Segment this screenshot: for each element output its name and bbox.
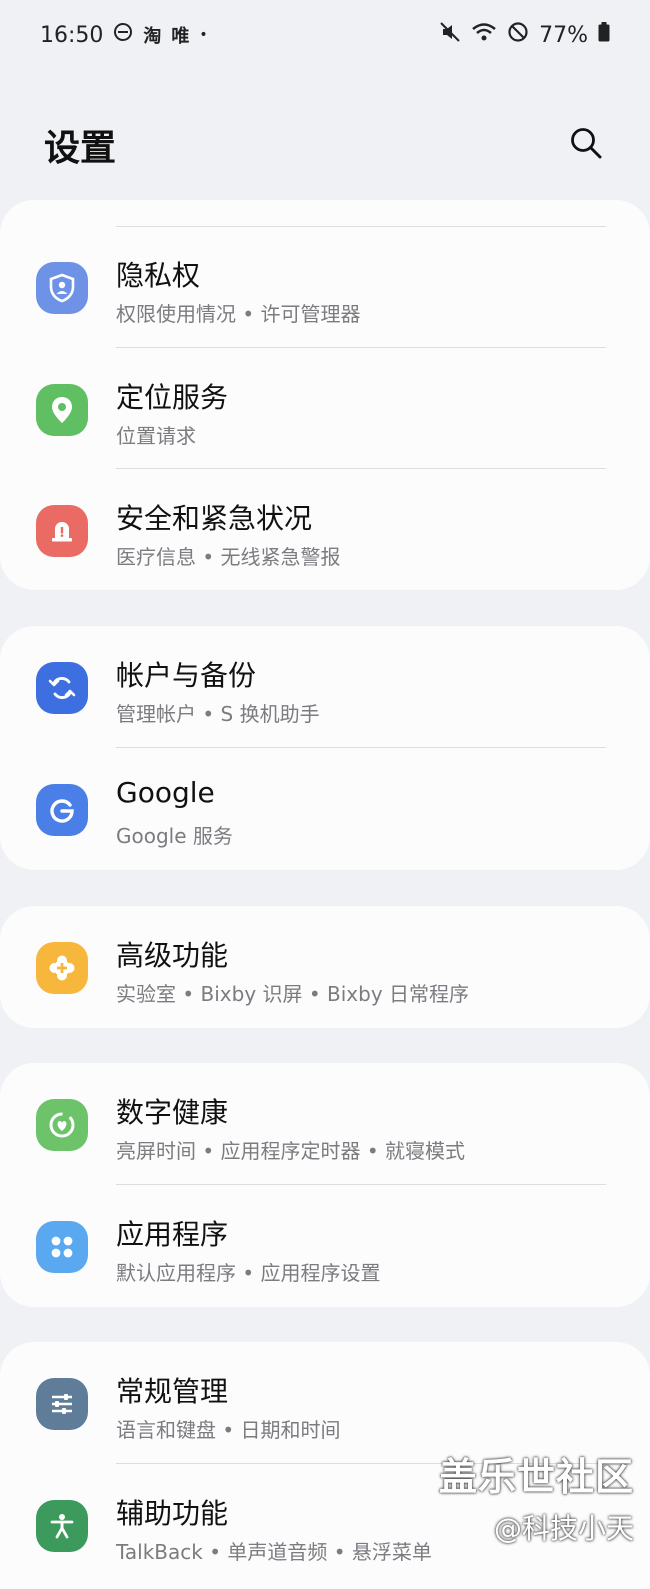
battery-percent: 77% (539, 22, 588, 48)
settings-item-subtitle: 位置请求 (116, 424, 196, 448)
settings-item-subtitle: 默认应用程序 • 应用程序设置 (116, 1261, 381, 1285)
settings-item-title: 常规管理 (116, 1375, 229, 1408)
settings-item-subtitle: 医疗信息 • 无线紧急警报 (116, 545, 341, 569)
search-button[interactable] (562, 121, 610, 169)
page-title: 设置 (44, 128, 117, 169)
battery-icon (598, 22, 610, 48)
sync-icon (36, 662, 88, 714)
settings-item-title: 应用程序 (116, 1218, 229, 1251)
settings-item-advanced-features[interactable]: 高级功能 实验室 • Bixby 识屏 • Bixby 日常程序 (0, 906, 650, 1028)
settings-item-google[interactable]: Google Google 服务 (0, 748, 650, 870)
settings-item-title: 辅助功能 (116, 1497, 229, 1530)
settings-item-title: 定位服务 (116, 381, 229, 414)
settings-item-title: 安全和紧急状况 (116, 502, 313, 535)
watermark-brand: 盖乐世社区 (438, 1455, 634, 1499)
settings-item-title: 高级功能 (116, 939, 229, 972)
settings-item-accounts-backup[interactable]: 帐户与备份 管理帐户 • S 换机助手 (0, 626, 650, 748)
google-icon (36, 784, 88, 836)
no-sim-icon (507, 21, 529, 49)
settings-item-title: 隐私权 (116, 259, 201, 292)
settings-item-location[interactable]: 定位服务 位置请求 (0, 348, 650, 470)
settings-item-subtitle: 权限使用情况 • 许可管理器 (116, 302, 361, 326)
search-icon (569, 126, 603, 164)
settings-item-subtitle: 实验室 • Bixby 识屏 • Bixby 日常程序 (116, 982, 470, 1006)
settings-item-subtitle: 管理帐户 • S 换机助手 (116, 702, 320, 726)
vip-notification-icon: 唯 (171, 26, 190, 47)
settings-item-subtitle: Google 服务 (116, 824, 233, 848)
settings-item-safety[interactable]: 安全和紧急状况 医疗信息 • 无线紧急警报 (0, 469, 650, 591)
watermark-handle: @科技小天 (493, 1512, 634, 1545)
settings-item-subtitle: 语言和键盘 • 日期和时间 (116, 1418, 341, 1442)
wifi-icon (471, 21, 497, 49)
accessibility-person-icon (36, 1500, 88, 1552)
emergency-alert-icon (36, 505, 88, 557)
settings-group-advanced: 高级功能 实验室 • Bixby 识屏 • Bixby 日常程序 (0, 906, 650, 1028)
puzzle-plus-icon (36, 942, 88, 994)
settings-group-accounts: 帐户与备份 管理帐户 • S 换机助手 Google Google 服务 (0, 626, 650, 870)
settings-item-title: 帐户与备份 (116, 659, 257, 692)
status-bar: 16:50 淘 唯 • 77% (0, 0, 650, 70)
settings-item-title: Google (116, 776, 215, 809)
settings-item-privacy[interactable]: 隐私权 权限使用情况 • 许可管理器 (0, 226, 650, 348)
settings-item-subtitle: TalkBack • 单声道音频 • 悬浮菜单 (116, 1540, 432, 1564)
status-time: 16:50 (40, 22, 104, 48)
status-right: 77% (439, 21, 610, 49)
settings-item-title: 数字健康 (116, 1096, 229, 1129)
dnd-icon (113, 22, 133, 48)
settings-group-privacy: 隐私权 权限使用情况 • 许可管理器 定位服务 位置请求 安全和紧急状况 医疗信… (0, 200, 650, 590)
sliders-icon (36, 1378, 88, 1430)
settings-item-apps[interactable]: 应用程序 默认应用程序 • 应用程序设置 (0, 1185, 650, 1307)
settings-group-wellbeing: 数字健康 亮屏时间 • 应用程序定时器 • 就寝模式 应用程序 默认应用程序 •… (0, 1063, 650, 1307)
more-notifications-dot: • (199, 27, 208, 43)
privacy-shield-icon (36, 262, 88, 314)
location-pin-icon (36, 384, 88, 436)
apps-grid-icon (36, 1221, 88, 1273)
taobao-notification-icon: 淘 (143, 26, 162, 47)
settings-item-digital-wellbeing[interactable]: 数字健康 亮屏时间 • 应用程序定时器 • 就寝模式 (0, 1063, 650, 1185)
status-left: 16:50 淘 唯 • (40, 22, 208, 48)
header: 设置 (0, 105, 650, 185)
settings-item-subtitle: 亮屏时间 • 应用程序定时器 • 就寝模式 (116, 1139, 466, 1163)
mute-icon (439, 21, 461, 49)
watermark: 盖乐世社区 @科技小天 (439, 1446, 634, 1547)
heart-ring-icon (36, 1099, 88, 1151)
